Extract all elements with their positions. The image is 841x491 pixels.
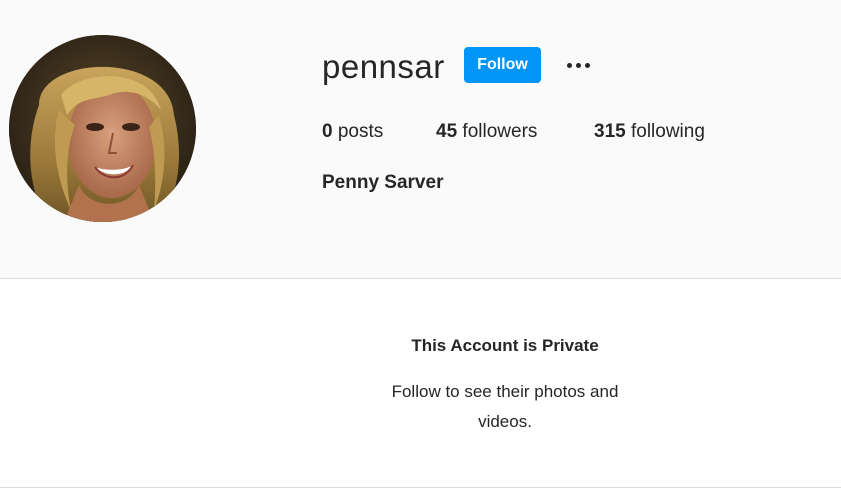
followers-label: followers: [462, 121, 538, 142]
more-dot: [566, 62, 572, 68]
followers-stat[interactable]: 45 followers: [436, 120, 537, 144]
profile-header: pennsar Follow 0 posts 45 followers 315 …: [0, 0, 841, 279]
posts-stat: 0 posts: [322, 120, 383, 144]
avatar-image: [9, 35, 196, 222]
follow-button[interactable]: Follow: [464, 47, 541, 83]
private-account-message: Follow to see their photos and videos.: [391, 382, 619, 431]
bottom-divider: [0, 487, 841, 488]
following-label: following: [630, 121, 705, 142]
posts-count: 0: [322, 121, 333, 142]
followers-count: 45: [436, 121, 458, 142]
profile-avatar[interactable]: [9, 35, 196, 222]
more-options-icon[interactable]: [560, 50, 596, 80]
profile-full-name: Penny Sarver: [322, 172, 444, 193]
private-account-title: This Account is Private: [411, 336, 599, 355]
posts-label: posts: [337, 121, 384, 142]
profile-username: pennsar: [322, 48, 445, 85]
more-dot: [575, 62, 581, 68]
following-stat[interactable]: 315 following: [594, 120, 705, 144]
more-dot: [584, 62, 590, 68]
following-count: 315: [594, 121, 626, 142]
